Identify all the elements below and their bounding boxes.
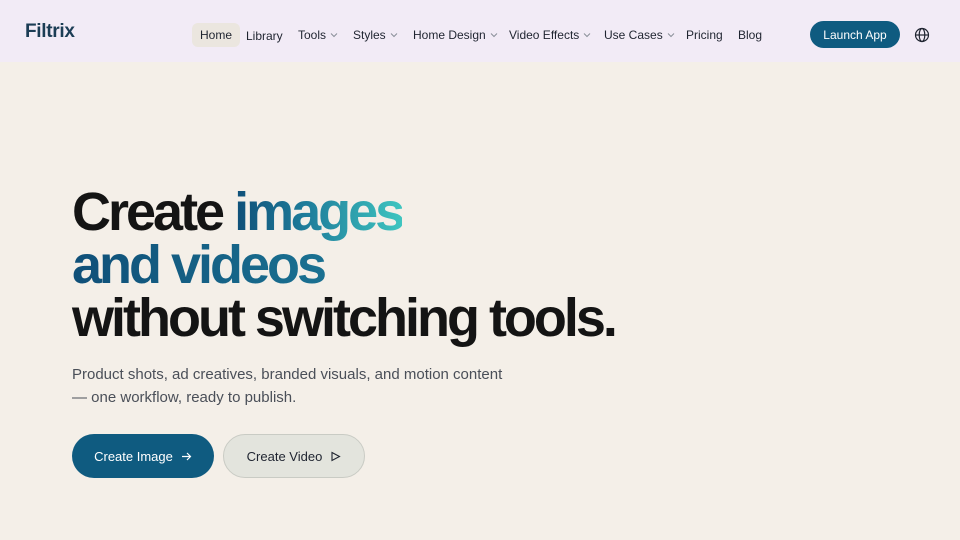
chevron-down-icon bbox=[583, 33, 591, 38]
subtitle-line-1: Product shots, ad creatives, branded vis… bbox=[72, 366, 503, 383]
nav-item-styles[interactable]: Styles bbox=[353, 24, 398, 46]
nav-item-label: Video Effects bbox=[509, 28, 580, 42]
hero-subtitle: Product shots, ad creatives, branded vis… bbox=[72, 363, 542, 409]
launch-app-button[interactable]: Launch App bbox=[810, 21, 900, 48]
nav-item-label: Pricing bbox=[686, 28, 723, 42]
arrow-right-icon bbox=[181, 452, 192, 460]
chevron-down-icon bbox=[330, 33, 338, 38]
headline-plain-text: Create bbox=[72, 182, 235, 242]
nav-item-label: Home Design bbox=[413, 28, 486, 42]
nav-item-pricing[interactable]: Pricing bbox=[686, 24, 723, 46]
subtitle-line-2: — one workflow, ready to publish. bbox=[72, 389, 297, 406]
top-navbar: Filtrix Home Library Tools Styles Home D… bbox=[0, 0, 960, 62]
nav-item-use-cases[interactable]: Use Cases bbox=[604, 24, 675, 46]
launch-app-label: Launch App bbox=[823, 27, 887, 42]
nav-item-home[interactable]: Home bbox=[192, 23, 241, 47]
logo[interactable]: Filtrix bbox=[25, 21, 75, 43]
create-image-label: Create Image bbox=[94, 448, 173, 464]
nav-item-video-effects[interactable]: Video Effects bbox=[509, 24, 591, 46]
headline-accent-text: images bbox=[234, 182, 405, 242]
create-video-label: Create Video bbox=[246, 448, 323, 464]
nav-item-label: Tools bbox=[298, 28, 327, 42]
globe-icon[interactable] bbox=[914, 27, 930, 43]
play-icon bbox=[331, 451, 341, 461]
nav-item-tools[interactable]: Tools bbox=[298, 24, 338, 46]
nav-item-label: Home bbox=[200, 28, 233, 42]
create-image-button[interactable]: Create Image bbox=[72, 434, 214, 478]
nav-item-blog[interactable]: Blog bbox=[738, 24, 762, 46]
hero-headline: Create images and videos without switchi… bbox=[72, 185, 872, 348]
headline-line-3: without switching tools. bbox=[72, 288, 618, 348]
nav-item-library[interactable]: Library bbox=[246, 25, 283, 47]
chevron-down-icon bbox=[667, 33, 675, 38]
chevron-down-icon bbox=[490, 33, 498, 38]
nav-item-label: Library bbox=[246, 29, 283, 43]
headline-line-2: and videos bbox=[72, 238, 872, 292]
nav-item-label: Blog bbox=[738, 28, 763, 42]
create-video-button[interactable]: Create Video bbox=[223, 434, 365, 478]
headline-line-1: Create images bbox=[72, 185, 872, 239]
chevron-down-icon bbox=[390, 33, 398, 38]
nav-item-home-design[interactable]: Home Design bbox=[413, 24, 498, 46]
nav-item-label: Styles bbox=[353, 28, 386, 42]
nav-item-label: Use Cases bbox=[604, 28, 663, 42]
